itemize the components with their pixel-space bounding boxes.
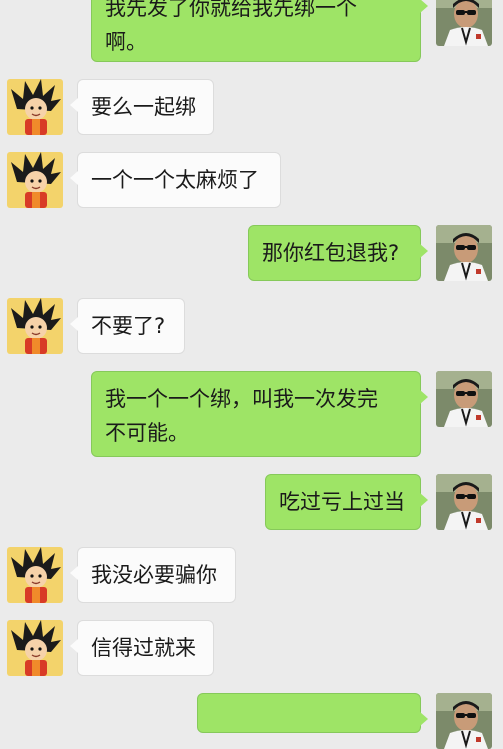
message-bubble[interactable]: 我一个一个绑，叫我一次发完 不可能。 bbox=[91, 371, 428, 457]
user-avatar-icon[interactable] bbox=[436, 225, 492, 281]
message-bubble[interactable] bbox=[197, 693, 428, 733]
message-bubble[interactable]: 信得过就来 bbox=[70, 620, 214, 676]
user-avatar-icon[interactable] bbox=[436, 371, 492, 427]
contact-avatar-icon[interactable] bbox=[7, 620, 63, 676]
message-bubble[interactable]: 要么一起绑 bbox=[70, 79, 214, 135]
message-bubble[interactable]: 我先发了你就给我先绑一个 啊。 bbox=[91, 0, 428, 62]
contact-avatar-icon[interactable] bbox=[7, 547, 63, 603]
message-bubble[interactable]: 我没必要骗你 bbox=[70, 547, 236, 603]
message-bubble[interactable]: 一个一个太麻烦了 bbox=[70, 152, 281, 208]
message-bubble[interactable]: 那你红包退我? bbox=[248, 225, 428, 281]
user-avatar-icon[interactable] bbox=[436, 474, 492, 530]
user-avatar-icon[interactable] bbox=[436, 0, 492, 46]
message-bubble[interactable]: 吃过亏上过当 bbox=[265, 474, 428, 530]
user-avatar-icon[interactable] bbox=[436, 693, 492, 749]
contact-avatar-icon[interactable] bbox=[7, 298, 63, 354]
contact-avatar-icon[interactable] bbox=[7, 79, 63, 135]
message-bubble[interactable]: 不要了? bbox=[70, 298, 185, 354]
contact-avatar-icon[interactable] bbox=[7, 152, 63, 208]
